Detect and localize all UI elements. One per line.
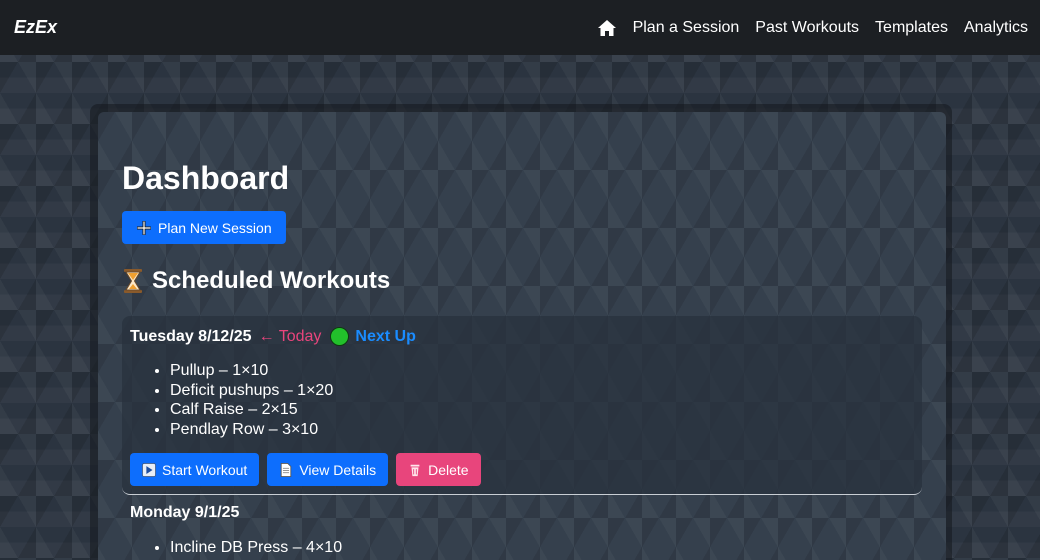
dashboard-card: Dashboard Plan New Session Scheduled Wor… <box>98 112 946 560</box>
section-title-text: Scheduled Workouts <box>152 267 391 294</box>
nav-templates[interactable]: Templates <box>875 19 948 37</box>
plan-new-session-button[interactable]: Plan New Session <box>122 211 286 244</box>
exercise-list: Incline DB Press – 4×10 <box>170 538 342 558</box>
list-item: Calf Raise – 2×15 <box>170 400 333 420</box>
brand-logo[interactable]: EzEx <box>14 17 57 38</box>
exercise-list: Pullup – 1×10 Deficit pushups – 1×20 Cal… <box>170 361 333 439</box>
nav-analytics[interactable]: Analytics <box>964 19 1028 37</box>
status-dot-icon <box>330 327 350 346</box>
nav-past-workouts[interactable]: Past Workouts <box>755 19 859 37</box>
page-title: Dashboard <box>122 160 290 196</box>
list-item: Pendlay Row – 3×10 <box>170 420 333 440</box>
document-icon <box>281 462 292 477</box>
plan-new-session-label: Plan New Session <box>158 219 272 236</box>
delete-button[interactable]: Delete <box>396 453 481 486</box>
trash-icon <box>410 464 420 476</box>
delete-label: Delete <box>428 461 469 478</box>
play-icon <box>142 462 156 477</box>
session-card: Tuesday 8/12/25 ← Today Next Up Pullup –… <box>122 316 922 495</box>
hourglass-icon <box>124 269 142 293</box>
today-label: ← Today <box>258 327 322 345</box>
section-title: Scheduled Workouts <box>122 267 390 295</box>
nav-links: Plan a Session Past Workouts Templates A… <box>597 19 1028 37</box>
view-details-button[interactable]: View Details <box>267 453 389 486</box>
session-date: Tuesday 8/12/25 <box>130 327 252 345</box>
start-workout-button[interactable]: Start Workout <box>130 453 260 486</box>
view-details-label: View Details <box>299 461 377 478</box>
next-up-label: Next Up <box>355 327 416 345</box>
list-item: Deficit pushups – 1×20 <box>170 381 333 401</box>
start-workout-label: Start Workout <box>162 461 248 478</box>
list-item: Incline DB Press – 4×10 <box>170 538 342 558</box>
nav-plan-session[interactable]: Plan a Session <box>633 19 740 37</box>
session-date: Monday 9/1/25 <box>130 504 240 521</box>
list-item: Pullup – 1×10 <box>170 361 333 381</box>
plus-icon <box>137 220 151 235</box>
session-header: Tuesday 8/12/25 ← Today Next Up <box>130 327 416 346</box>
session-actions: Start Workout View Details Delete <box>130 453 481 486</box>
navbar: EzEx Plan a Session Past Workouts Templa… <box>0 0 1040 55</box>
home-icon[interactable] <box>597 19 617 37</box>
